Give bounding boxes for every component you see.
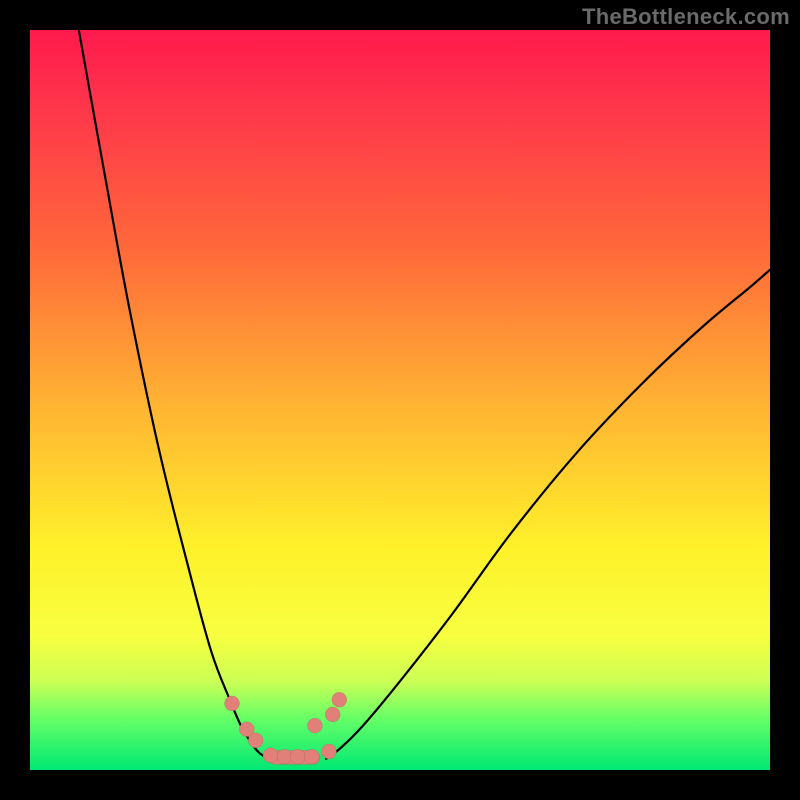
curve-right-branch — [326, 270, 770, 759]
chart-frame: TheBottleneck.com — [0, 0, 800, 800]
marker-dot — [304, 749, 319, 764]
marker-dot — [263, 748, 278, 763]
marker-dot — [277, 749, 292, 764]
marker-dot — [290, 749, 305, 764]
marker-dot — [322, 744, 337, 759]
marker-dot — [307, 718, 322, 733]
curve-left-branch — [79, 30, 268, 759]
marker-dot — [225, 696, 240, 711]
marker-dot — [325, 707, 340, 722]
marker-dot — [248, 733, 263, 748]
valley-markers — [225, 692, 347, 764]
watermark-text: TheBottleneck.com — [582, 4, 790, 30]
marker-dot — [332, 692, 347, 707]
plot-svg — [30, 30, 770, 770]
plot-area — [30, 30, 770, 770]
